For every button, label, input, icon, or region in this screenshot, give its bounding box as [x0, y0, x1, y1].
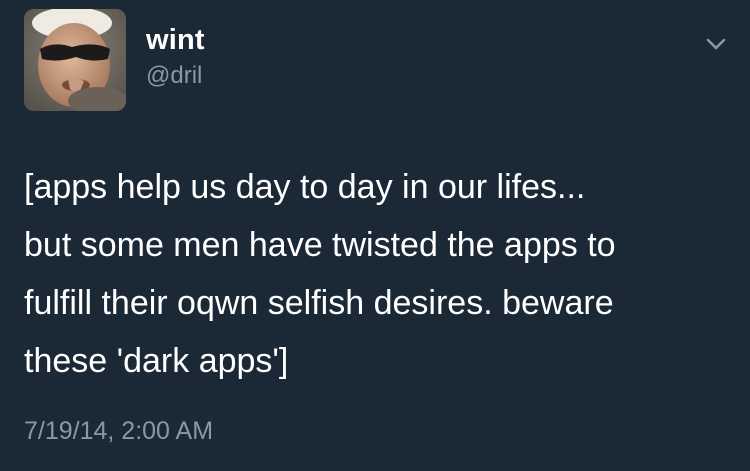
tweet-text-line: [apps help us day to day in our lifes... [24, 168, 586, 206]
chevron-down-icon[interactable] [702, 30, 730, 58]
tweet-text-line: these 'dark apps'] [24, 342, 289, 380]
tweet-text: [apps help us day to day in our lifes...… [24, 158, 736, 390]
tweet-text-line: but some men have twisted the apps to [24, 226, 616, 264]
profile-photo-icon [24, 9, 126, 111]
tweet-card: wint @dril [apps help us day to day in o… [0, 0, 750, 471]
author-display-name[interactable]: wint [146, 24, 205, 57]
tweet-text-line: fulfill their oqwn selfish desires. bewa… [24, 284, 614, 322]
tweet-timestamp[interactable]: 7/19/14, 2:00 AM [24, 417, 213, 446]
author-handle[interactable]: @dril [146, 62, 202, 90]
avatar[interactable] [24, 9, 126, 111]
